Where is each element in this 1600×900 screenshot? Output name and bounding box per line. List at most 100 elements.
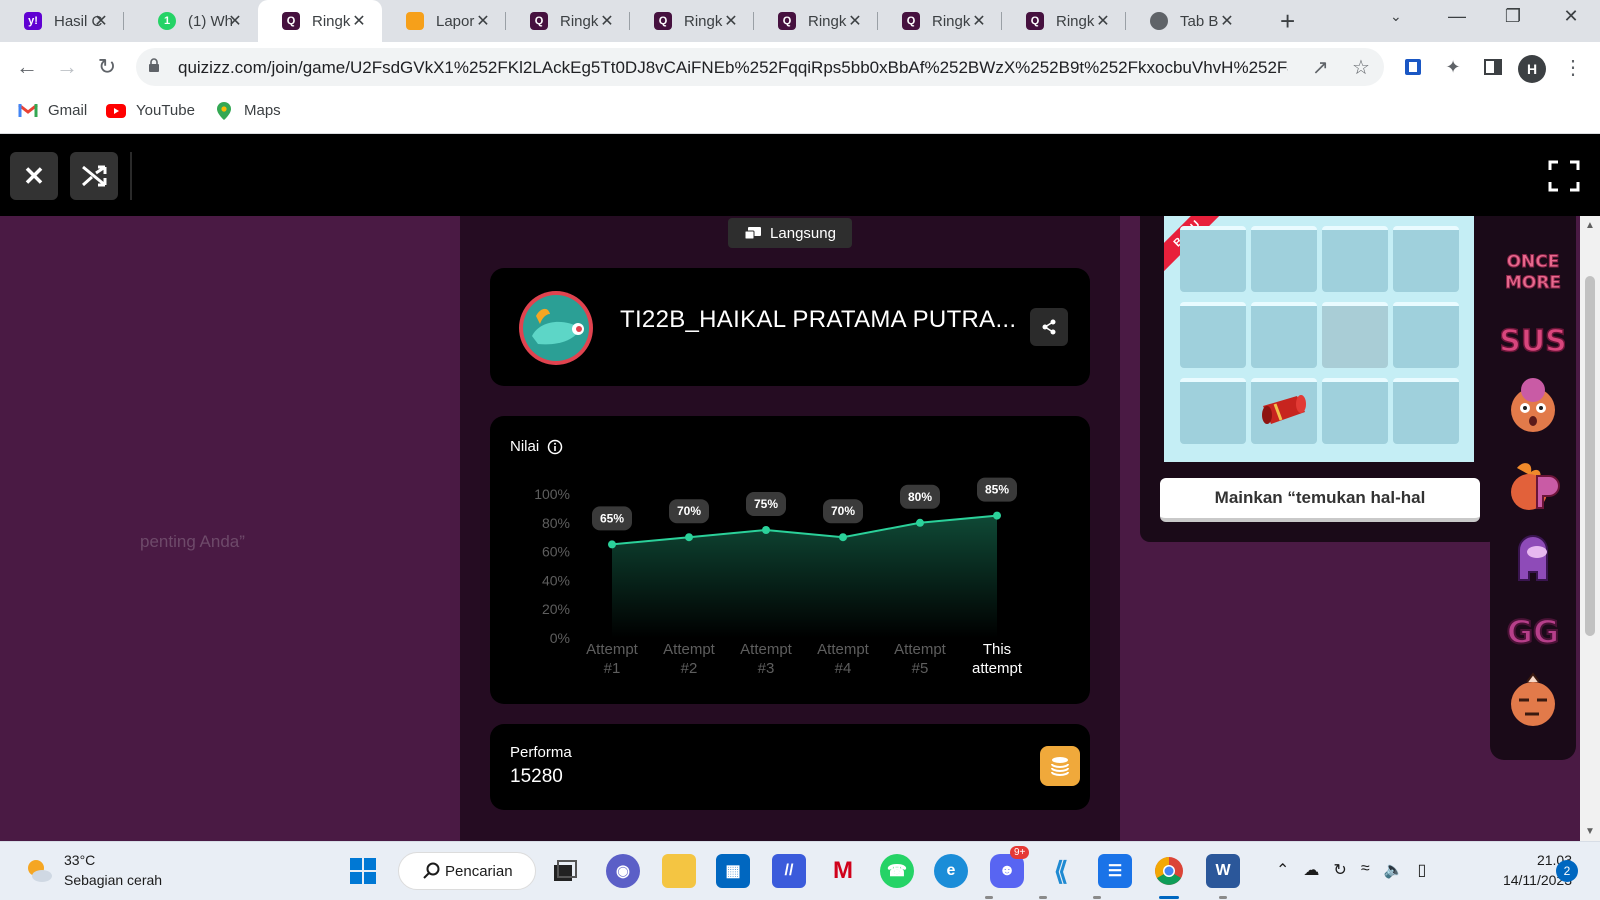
- bookmark-youtube[interactable]: YouTube: [106, 102, 195, 119]
- memory-game-preview[interactable]: BARU: [1164, 216, 1474, 462]
- browser-tab[interactable]: Tab B ✕: [1126, 0, 1250, 42]
- info-icon[interactable]: [547, 439, 563, 455]
- browser-tab[interactable]: Q Ringk ✕: [1002, 0, 1126, 42]
- tab-close-icon[interactable]: ✕: [970, 11, 988, 31]
- play-memory-game-button[interactable]: Mainkan “temukan hal-hal: [1160, 478, 1480, 522]
- music-off-button[interactable]: [70, 152, 118, 200]
- once-more-sticker[interactable]: ONCE MORE: [1500, 240, 1566, 300]
- taskbar-search-box[interactable]: Pencarian: [398, 852, 536, 890]
- share-button[interactable]: [1030, 308, 1068, 346]
- header-divider: [130, 152, 132, 200]
- thinking-face-sticker[interactable]: [1500, 672, 1566, 732]
- pen-app-icon[interactable]: //: [772, 854, 806, 888]
- minimize-button[interactable]: —: [1442, 6, 1472, 27]
- wifi-icon[interactable]: ≈: [1361, 860, 1370, 880]
- tab-close-icon[interactable]: ✕: [226, 11, 244, 31]
- scroll-up-arrow[interactable]: ▲: [1585, 220, 1595, 231]
- tab-close-icon[interactable]: ✕: [1218, 11, 1236, 31]
- word-icon[interactable]: W: [1206, 854, 1240, 888]
- mcafee-icon[interactable]: M: [826, 854, 860, 888]
- memory-tile: [1251, 226, 1317, 292]
- x-tick-label: Attempt: [663, 641, 716, 658]
- edge-icon[interactable]: e: [934, 854, 968, 888]
- extension-reader-icon[interactable]: [1402, 56, 1424, 78]
- restore-button[interactable]: ❐: [1498, 6, 1528, 27]
- page-scrollbar[interactable]: ▲ ▼: [1580, 216, 1600, 841]
- browser-tab[interactable]: Q Ringk ✕: [506, 0, 630, 42]
- extensions-puzzle-icon[interactable]: ✦: [1442, 56, 1464, 78]
- chrome-icon[interactable]: [1152, 854, 1186, 888]
- microsoft-store-icon[interactable]: ▦: [716, 854, 750, 888]
- discord-icon[interactable]: ☻: [990, 854, 1024, 888]
- fullscreen-button[interactable]: [1546, 158, 1582, 194]
- memory-tile: [1322, 226, 1388, 292]
- player-name: TI22B_HAIKAL PRATAMA PUTRA...: [620, 306, 1017, 333]
- tab-close-icon[interactable]: ✕: [722, 11, 740, 31]
- weather-partly-sunny-icon[interactable]: [24, 856, 54, 886]
- battery-icon[interactable]: ▯: [1418, 860, 1427, 880]
- back-button[interactable]: ←: [14, 54, 40, 80]
- url-text[interactable]: quizizz.com/join/game/U2FsdGVkX1%252FKl2…: [178, 58, 1288, 78]
- share-page-icon[interactable]: ↗: [1312, 55, 1329, 80]
- bookmark-maps[interactable]: Maps: [214, 101, 281, 120]
- weather-description[interactable]: Sebagian cerah: [64, 872, 162, 888]
- volume-icon[interactable]: 🔈: [1384, 860, 1404, 880]
- running-indicator: [1093, 896, 1101, 899]
- browser-tab[interactable]: y! Hasil C ✕: [0, 0, 124, 42]
- file-explorer-icon[interactable]: [662, 854, 696, 888]
- gg-sticker[interactable]: GG: [1500, 600, 1566, 660]
- fire-p-sticker[interactable]: [1500, 456, 1566, 516]
- sus-sticker[interactable]: SUS: [1500, 308, 1566, 368]
- browser-tab[interactable]: Q Ringk ✕: [878, 0, 1002, 42]
- sync-icon[interactable]: ↻: [1333, 860, 1346, 880]
- profile-avatar[interactable]: H: [1518, 55, 1546, 83]
- new-tab-button[interactable]: +: [1280, 6, 1295, 37]
- close-quiz-button[interactable]: ✕: [10, 152, 58, 200]
- live-screen-icon: [744, 227, 762, 240]
- browser-tab[interactable]: Q Ringk ✕: [754, 0, 878, 42]
- running-indicator: [1039, 896, 1047, 899]
- among-us-sticker[interactable]: [1500, 528, 1566, 588]
- x-tick-label: attempt: [972, 660, 1023, 677]
- scroll-thumb[interactable]: [1585, 276, 1595, 636]
- close-window-button[interactable]: ✕: [1556, 6, 1586, 27]
- tab-close-icon[interactable]: ✕: [350, 11, 368, 31]
- surprised-face-sticker[interactable]: [1500, 376, 1566, 436]
- browser-tab[interactable]: Q Ringk ✕: [630, 0, 754, 42]
- scroll-down-arrow[interactable]: ▼: [1585, 826, 1595, 837]
- side-panel-icon[interactable]: [1482, 56, 1504, 78]
- chrome-menu-icon[interactable]: ⋮: [1562, 56, 1584, 79]
- tab-search-chevron-icon[interactable]: ⌄: [1390, 8, 1402, 25]
- live-badge: Langsung: [728, 218, 852, 248]
- weather-temperature[interactable]: 33°C: [64, 852, 95, 868]
- quizizz-icon: Q: [1026, 12, 1044, 30]
- address-bar[interactable]: quizizz.com/join/game/U2FsdGVkX1%252FKl2…: [136, 48, 1384, 86]
- reload-button[interactable]: ↻: [94, 54, 120, 80]
- onedrive-cloud-icon[interactable]: ☁: [1303, 860, 1319, 880]
- vscode-icon[interactable]: ⟪: [1044, 854, 1078, 888]
- bookmark-star-icon[interactable]: ☆: [1352, 55, 1370, 80]
- tray-chevron-icon[interactable]: ⌃: [1276, 860, 1289, 880]
- lock-icon[interactable]: [148, 58, 160, 73]
- tab-close-icon[interactable]: ✕: [846, 11, 864, 31]
- whatsapp-icon[interactable]: ☎: [880, 854, 914, 888]
- browser-tab[interactable]: Q Ringk ✕: [258, 0, 382, 42]
- bookmarks-bar: Gmail YouTube Maps: [0, 92, 1600, 134]
- notification-badge[interactable]: 2: [1556, 860, 1578, 882]
- browser-tab[interactable]: Lapor ✕: [382, 0, 506, 42]
- y-tick-label: 20%: [542, 601, 570, 617]
- task-view-icon[interactable]: [548, 854, 582, 888]
- teams-chat-icon[interactable]: ◉: [606, 854, 640, 888]
- windows-start-icon[interactable]: [349, 857, 377, 885]
- data-label: 65%: [600, 511, 624, 525]
- tab-close-icon[interactable]: ✕: [474, 11, 492, 31]
- tab-close-icon[interactable]: ✕: [598, 11, 616, 31]
- browser-tab[interactable]: 1 (1) Wh ✕: [134, 0, 258, 42]
- data-label: 85%: [985, 483, 1009, 497]
- tab-close-icon[interactable]: ✕: [1094, 11, 1112, 31]
- forward-button[interactable]: →: [54, 54, 80, 80]
- notepad-icon[interactable]: ☰: [1098, 854, 1132, 888]
- bookmark-gmail[interactable]: Gmail: [18, 102, 87, 119]
- tab-close-icon[interactable]: ✕: [92, 11, 110, 31]
- maps-icon: [214, 101, 234, 120]
